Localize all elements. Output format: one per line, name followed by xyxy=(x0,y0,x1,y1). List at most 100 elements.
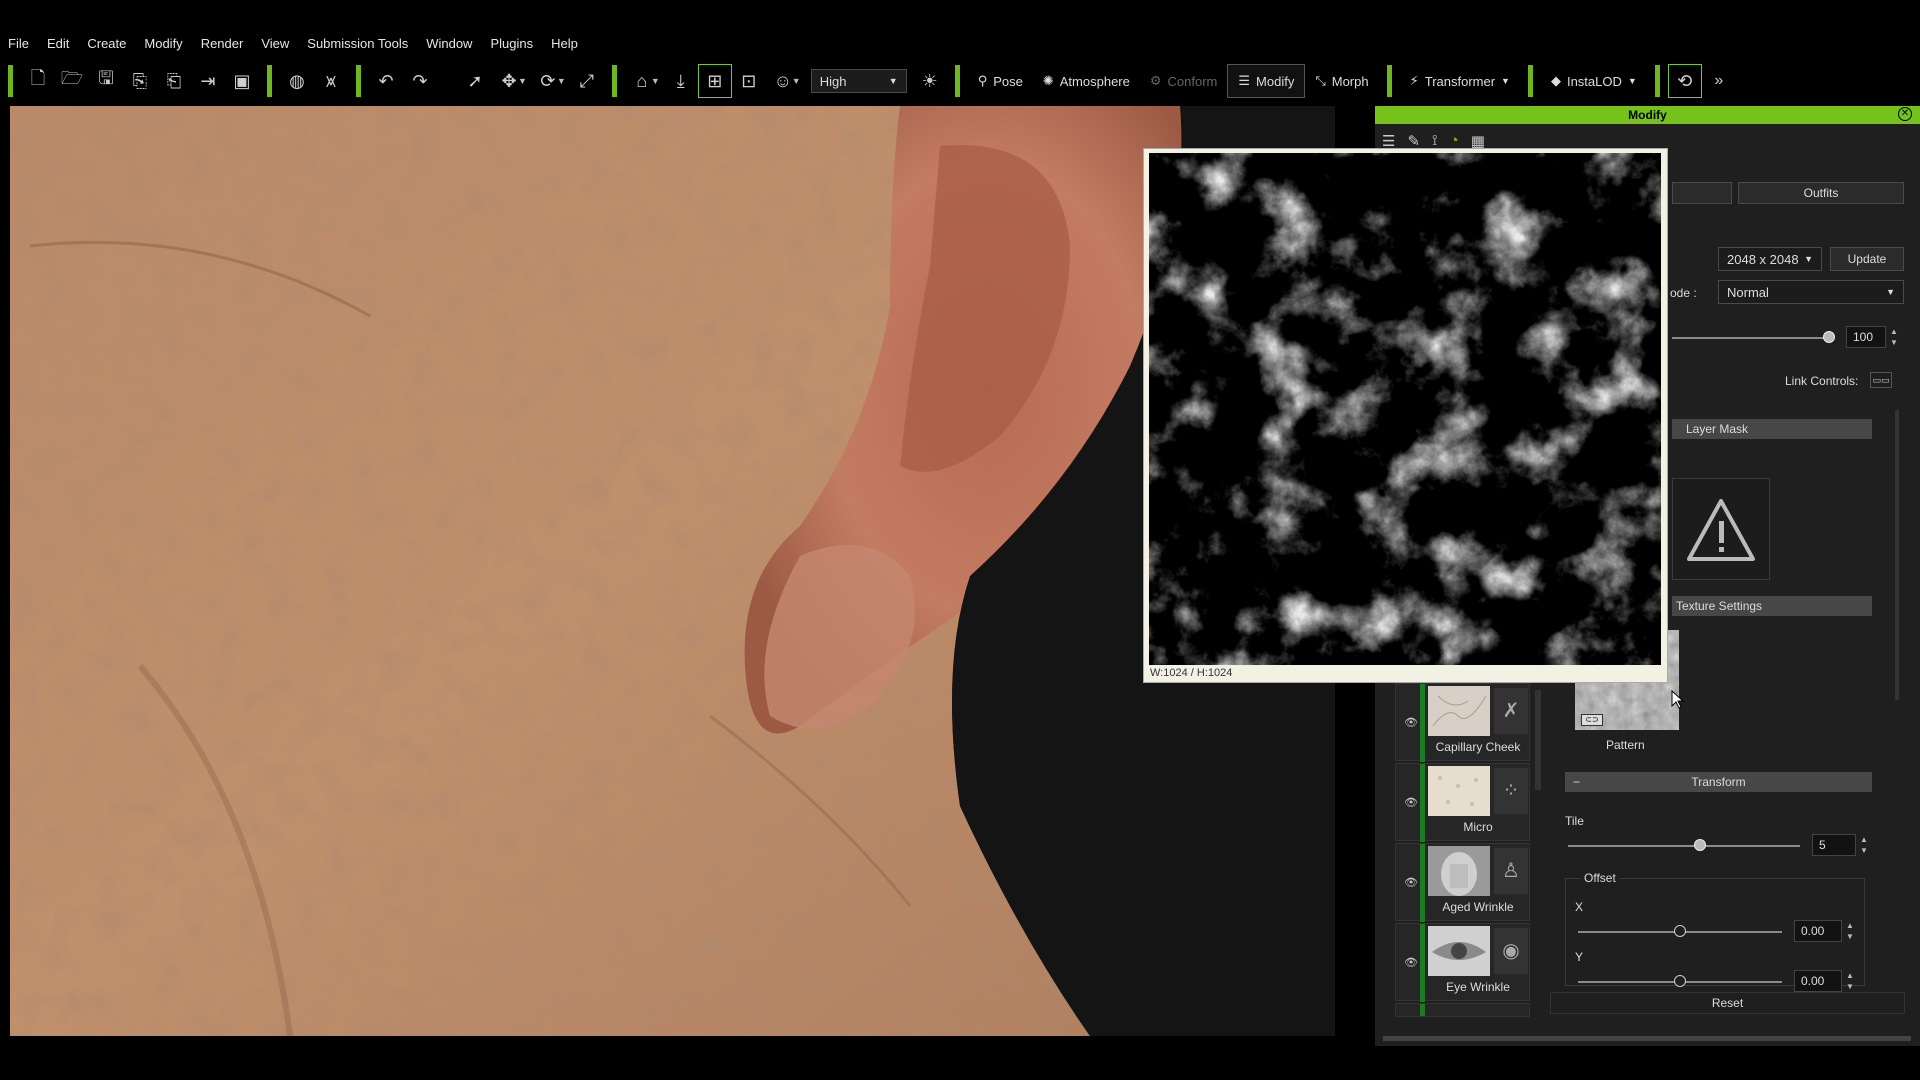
layer-mask-header[interactable]: Layer Mask xyxy=(1672,419,1872,439)
3d-viewport[interactable] xyxy=(10,106,1335,1036)
conform-label: Conform xyxy=(1167,73,1218,89)
transformer-button[interactable]: ⚡ Transformer ▼ xyxy=(1400,64,1520,98)
offset-x-label: X xyxy=(1575,900,1584,914)
scale-icon[interactable]: ⤢ xyxy=(570,64,604,98)
offset-y-input[interactable]: 0.00 xyxy=(1794,970,1842,992)
plugin-icon[interactable]: ⟲ xyxy=(1667,64,1702,98)
texture-size-caption: W:1024 / H:1024 xyxy=(1150,667,1233,679)
layer-list-scrollbar[interactable] xyxy=(1535,690,1541,790)
more-tools-icon[interactable]: » xyxy=(1702,64,1736,98)
save-icon[interactable]: 🖫 xyxy=(89,64,123,98)
tile-spinner[interactable]: ▲ ▼ xyxy=(1859,834,1869,856)
offset-x-slider-handle[interactable] xyxy=(1674,925,1686,937)
open-folder-icon[interactable]: 🗁 xyxy=(55,64,89,98)
menu-submission-tools[interactable]: Submission Tools xyxy=(307,36,408,51)
transformer-icon: ⚡ xyxy=(1409,73,1419,88)
render-preview-icon[interactable]: ▣ xyxy=(225,64,259,98)
layer-item[interactable]: 👁 ◉ Eye Wrinkle xyxy=(1395,923,1530,1002)
blend-mode-select[interactable]: Normal ▼ xyxy=(1718,280,1904,304)
layer-item[interactable]: 👁 ⁘ Micro xyxy=(1395,763,1530,842)
chevron-down-icon[interactable]: ▼ xyxy=(557,76,566,86)
menu-file[interactable]: File xyxy=(8,36,29,51)
import-icon[interactable]: ⎘ xyxy=(123,64,157,98)
resolution-select[interactable]: 2048 x 2048 ▼ xyxy=(1718,247,1822,271)
strength-slider-handle[interactable] xyxy=(1823,331,1835,343)
layer-item[interactable] xyxy=(1395,1003,1530,1017)
layer-name: Eye Wrinkle xyxy=(1446,980,1510,994)
pivot-icon[interactable]: ⊡ xyxy=(732,64,766,98)
reset-button[interactable]: Reset xyxy=(1550,992,1905,1014)
eye-icon[interactable]: 👁 xyxy=(1404,876,1418,889)
conform-button[interactable]: ⚙ Conform xyxy=(1140,64,1228,98)
layer-name: Micro xyxy=(1463,820,1493,834)
offset-y-slider-handle[interactable] xyxy=(1674,975,1686,987)
new-file-icon[interactable]: 🗋 xyxy=(21,64,55,98)
resolution-value: 2048 x 2048 xyxy=(1727,251,1799,267)
menu-edit[interactable]: Edit xyxy=(47,36,69,51)
pose-button[interactable]: ⚲ Pose xyxy=(968,64,1033,98)
texture-settings-header[interactable]: Texture Settings xyxy=(1672,596,1872,616)
cloth-icon[interactable]: ⩙ xyxy=(314,64,348,98)
menu-plugins[interactable]: Plugins xyxy=(490,36,533,51)
tile-slider-handle[interactable] xyxy=(1694,839,1706,851)
chevron-down-icon[interactable]: ▼ xyxy=(792,76,801,86)
offset-x-spinner[interactable]: ▲ ▼ xyxy=(1845,920,1855,942)
eye-icon[interactable]: 👁 xyxy=(1404,796,1418,809)
panel-horizontal-scrollbar[interactable] xyxy=(1383,1036,1911,1041)
menu-render[interactable]: Render xyxy=(201,36,244,51)
pose-icon: ⚲ xyxy=(977,73,988,88)
link-controls-toggle[interactable]: ▭▭ xyxy=(1870,372,1892,388)
strength-input[interactable]: 100 xyxy=(1846,326,1886,348)
morph-button[interactable]: ⤡ Morph xyxy=(1305,64,1378,98)
chevron-down-icon[interactable]: ▼ xyxy=(518,76,527,86)
drop-to-floor-icon[interactable]: ⤓ xyxy=(664,64,698,98)
link-controls-label: Link Controls: xyxy=(1785,374,1859,388)
panel-scrollbar[interactable] xyxy=(1895,410,1899,700)
menu-help[interactable]: Help xyxy=(551,36,578,51)
outfits-button[interactable]: Outfits xyxy=(1738,182,1904,204)
update-button[interactable]: Update xyxy=(1830,247,1904,271)
micro-dots-icon: ⁘ xyxy=(1494,768,1528,814)
select-arrow-icon[interactable]: ➚ xyxy=(458,64,492,98)
layer-mask-thumbnail[interactable] xyxy=(1672,478,1770,580)
export-icon[interactable]: ⎗ xyxy=(157,64,191,98)
morph-label: Morph xyxy=(1331,73,1369,89)
menu-window[interactable]: Window xyxy=(426,36,472,51)
undo-icon[interactable]: ↶ xyxy=(369,64,403,98)
eye-icon[interactable]: 👁 xyxy=(1404,716,1418,729)
texture-preview-popup: W:1024 / H:1024 xyxy=(1143,148,1668,683)
menu-modify[interactable]: Modify xyxy=(144,36,182,51)
menu-view[interactable]: View xyxy=(261,36,289,51)
tile-slider-track[interactable] xyxy=(1568,845,1800,847)
character-icon[interactable]: ◍ xyxy=(280,64,314,98)
layer-thumbnail xyxy=(1428,686,1490,736)
close-icon[interactable]: ✕ xyxy=(1898,107,1912,121)
offset-y-spinner[interactable]: ▲ ▼ xyxy=(1845,970,1855,992)
layer-thumbnail xyxy=(1428,926,1490,976)
tile-input[interactable]: 5 xyxy=(1812,834,1856,856)
strength-spinner[interactable]: ▲ ▼ xyxy=(1889,326,1899,348)
eye-icon[interactable]: 👁 xyxy=(1404,956,1418,969)
tab-button-hidden[interactable] xyxy=(1672,182,1732,204)
render-quality-value: High xyxy=(819,73,847,89)
atmosphere-button[interactable]: ✺ Atmosphere xyxy=(1033,64,1140,98)
transform-header[interactable]: − Transform xyxy=(1565,772,1872,792)
sliders-icon: ☰ xyxy=(1238,73,1251,88)
instalod-button[interactable]: ◆ InstaLOD ▼ xyxy=(1541,64,1647,98)
render-quality-select[interactable]: High ▼ xyxy=(810,69,907,93)
light-icon[interactable]: ☀ xyxy=(913,64,947,98)
modify-button[interactable]: ☰ Modify xyxy=(1227,64,1306,98)
menu-create[interactable]: Create xyxy=(87,36,126,51)
chevron-down-icon[interactable]: ▼ xyxy=(651,76,660,86)
layer-item[interactable]: 👁 ♙ Aged Wrinkle xyxy=(1395,843,1530,922)
send-icon[interactable]: ⇥ xyxy=(191,64,225,98)
link-icon[interactable]: ⊂⊃ xyxy=(1581,714,1603,726)
modify-label: Modify xyxy=(1256,73,1295,89)
layer-item[interactable]: 👁 ✗ Capillary Cheek xyxy=(1395,683,1530,762)
toolbar-separator xyxy=(1654,65,1660,97)
strength-slider-track[interactable] xyxy=(1672,337,1832,339)
redo-icon[interactable]: ↷ xyxy=(403,64,437,98)
offset-x-input[interactable]: 0.00 xyxy=(1794,920,1842,942)
chevron-down-icon: ▼ xyxy=(1886,287,1895,297)
snap-icon[interactable]: ⊞ xyxy=(697,64,732,98)
